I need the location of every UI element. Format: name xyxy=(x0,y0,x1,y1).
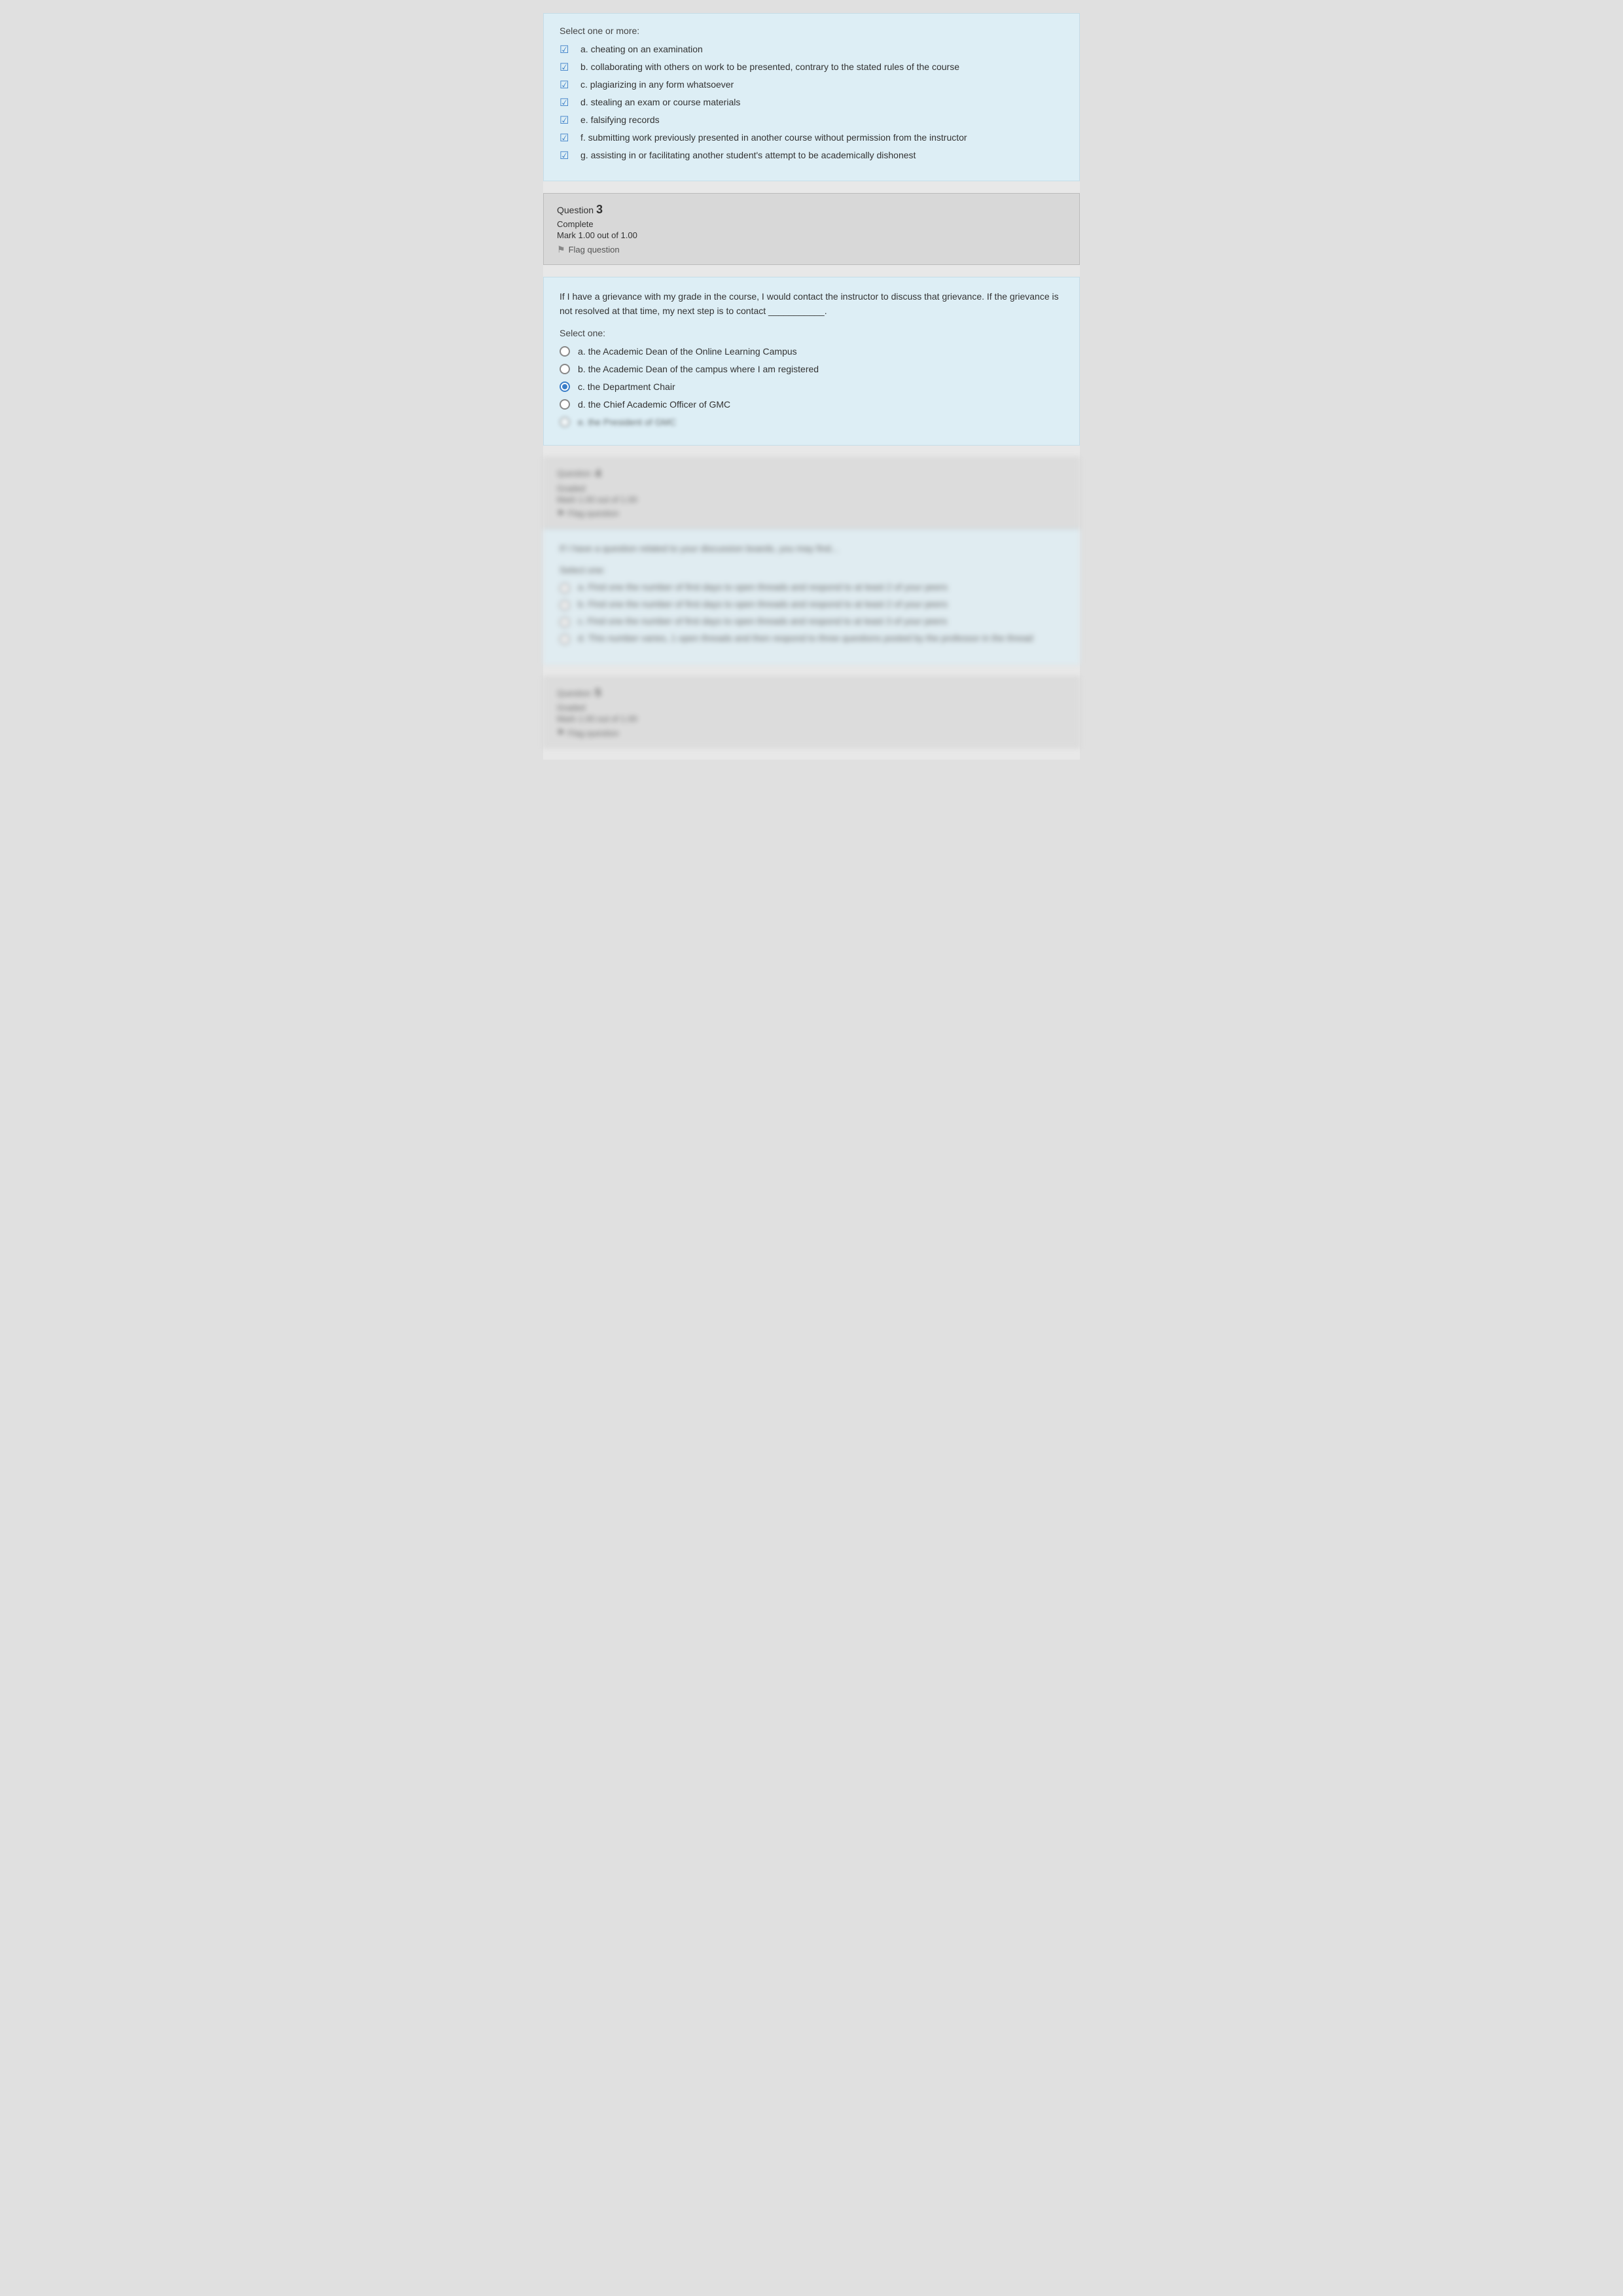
q4-mark: Mark 1.00 out of 1.00 xyxy=(557,495,1066,504)
q2-answer-block: Select one or more: ☑ a. cheating on an … xyxy=(543,13,1080,181)
q4-option-c: c. Find one the number of first days to … xyxy=(560,616,1063,627)
q5-flag: ⚑ Flag question xyxy=(557,728,1066,738)
flag-icon: ⚑ xyxy=(557,244,565,255)
q2-checkbox-b[interactable]: ☑ xyxy=(560,61,573,74)
q3-title: Question 3 xyxy=(557,203,1066,217)
q4-option-c-text: c. Find one the number of first days to … xyxy=(578,616,947,626)
q3-radio-e[interactable] xyxy=(560,417,570,427)
q2-option-g[interactable]: ☑ g. assisting in or facilitating anothe… xyxy=(560,149,1063,162)
q2-checkbox-f[interactable]: ☑ xyxy=(560,132,573,145)
q4-option-b-text: b. Find one the number of first days to … xyxy=(578,599,948,609)
q2-checkbox-c[interactable]: ☑ xyxy=(560,79,573,92)
q4-answer-block: If I have a question related to your dis… xyxy=(543,529,1080,665)
q3-mark: Mark 1.00 out of 1.00 xyxy=(557,230,1066,240)
q5-mark: Mark 1.00 out of 1.00 xyxy=(557,714,1066,724)
q3-flag-label: Flag question xyxy=(569,245,620,255)
q3-option-e[interactable]: e. the President of GMC xyxy=(560,415,1063,429)
q2-option-c-text: c. plagiarizing in any form whatsoever xyxy=(580,78,734,92)
flag-icon-q4: ⚑ xyxy=(557,508,565,519)
q3-radio-c[interactable] xyxy=(560,381,570,392)
q2-option-f[interactable]: ☑ f. submitting work previously presente… xyxy=(560,131,1063,145)
q3-radio-b[interactable] xyxy=(560,364,570,374)
q2-option-d[interactable]: ☑ d. stealing an exam or course material… xyxy=(560,96,1063,109)
q3-radio-a[interactable] xyxy=(560,346,570,357)
q3-status: Complete xyxy=(557,219,1066,229)
q4-radio-d xyxy=(560,634,570,645)
q2-checkbox-a[interactable]: ☑ xyxy=(560,43,573,56)
q2-option-a-text: a. cheating on an examination xyxy=(580,43,703,56)
q3-option-c-text: c. the Department Chair xyxy=(578,380,675,394)
q2-option-f-text: f. submitting work previously presented … xyxy=(580,131,967,145)
q3-question-block: If I have a grievance with my grade in t… xyxy=(543,277,1080,446)
q4-flag: ⚑ Flag question xyxy=(557,508,1066,519)
q4-select-label: Select one: xyxy=(560,565,1063,575)
q5-info-block: Question 5 Graded Mark 1.00 out of 1.00 … xyxy=(543,677,1080,748)
q5-blurred-section: Question 5 Graded Mark 1.00 out of 1.00 … xyxy=(543,677,1080,748)
q2-option-b[interactable]: ☑ b. collaborating with others on work t… xyxy=(560,60,1063,74)
q3-option-c[interactable]: c. the Department Chair xyxy=(560,380,1063,394)
q2-checkbox-d[interactable]: ☑ xyxy=(560,96,573,109)
q5-flag-label: Flag question xyxy=(568,728,619,738)
q2-option-a[interactable]: ☑ a. cheating on an examination xyxy=(560,43,1063,56)
q3-option-a[interactable]: a. the Academic Dean of the Online Learn… xyxy=(560,345,1063,359)
q2-option-d-text: d. stealing an exam or course materials xyxy=(580,96,740,109)
q2-checkbox-g[interactable]: ☑ xyxy=(560,149,573,162)
q2-option-c[interactable]: ☑ c. plagiarizing in any form whatsoever xyxy=(560,78,1063,92)
q3-info-block: Question 3 Complete Mark 1.00 out of 1.0… xyxy=(543,193,1080,265)
page-wrapper: Select one or more: ☑ a. cheating on an … xyxy=(543,13,1080,760)
q3-question-number: 3 xyxy=(596,203,603,216)
q3-option-b-text: b. the Academic Dean of the campus where… xyxy=(578,362,819,376)
q4-radio-a xyxy=(560,583,570,593)
q5-question-number: 5 xyxy=(595,686,601,699)
q2-option-b-text: b. collaborating with others on work to … xyxy=(580,60,959,74)
q3-body: If I have a grievance with my grade in t… xyxy=(560,289,1063,319)
q4-radio-b xyxy=(560,600,570,610)
q4-body: If I have a question related to your dis… xyxy=(560,541,1063,556)
q4-option-d-text: d. This number varies, 1 open threads an… xyxy=(578,633,1033,643)
q3-option-b[interactable]: b. the Academic Dean of the campus where… xyxy=(560,362,1063,376)
q3-flag-button[interactable]: ⚑ Flag question xyxy=(557,244,1066,255)
q4-radio-c xyxy=(560,617,570,627)
q4-question-number: 4 xyxy=(595,467,601,480)
q4-option-b: b. Find one the number of first days to … xyxy=(560,599,1063,610)
q3-option-a-text: a. the Academic Dean of the Online Learn… xyxy=(578,345,797,359)
q5-status: Graded xyxy=(557,703,1066,713)
bottom-spacer xyxy=(543,748,1080,760)
q2-option-e-text: e. falsifying records xyxy=(580,113,660,127)
q3-select-label: Select one: xyxy=(560,328,1063,338)
q5-question-label: Question xyxy=(557,688,591,698)
q3-question-label: Question xyxy=(557,205,594,215)
flag-icon-q5: ⚑ xyxy=(557,728,565,738)
q2-option-e[interactable]: ☑ e. falsifying records xyxy=(560,113,1063,127)
q4-option-a-text: a. Find one the number of first days to … xyxy=(578,582,948,592)
q4-flag-label: Flag question xyxy=(568,508,619,518)
q3-option-e-text: e. the President of GMC xyxy=(578,415,676,429)
q3-radio-d[interactable] xyxy=(560,399,570,410)
q4-status: Graded xyxy=(557,484,1066,493)
q4-question-label: Question xyxy=(557,468,591,478)
q2-select-label: Select one or more: xyxy=(560,26,1063,36)
q4-info-block: Question 4 Graded Mark 1.00 out of 1.00 … xyxy=(543,457,1080,529)
q3-option-d-text: d. the Chief Academic Officer of GMC xyxy=(578,398,730,412)
q4-blurred-section: Question 4 Graded Mark 1.00 out of 1.00 … xyxy=(543,457,1080,665)
q2-option-g-text: g. assisting in or facilitating another … xyxy=(580,149,916,162)
q3-option-d[interactable]: d. the Chief Academic Officer of GMC xyxy=(560,398,1063,412)
q4-option-a: a. Find one the number of first days to … xyxy=(560,582,1063,593)
q4-option-d: d. This number varies, 1 open threads an… xyxy=(560,633,1063,645)
q2-checkbox-e[interactable]: ☑ xyxy=(560,114,573,127)
